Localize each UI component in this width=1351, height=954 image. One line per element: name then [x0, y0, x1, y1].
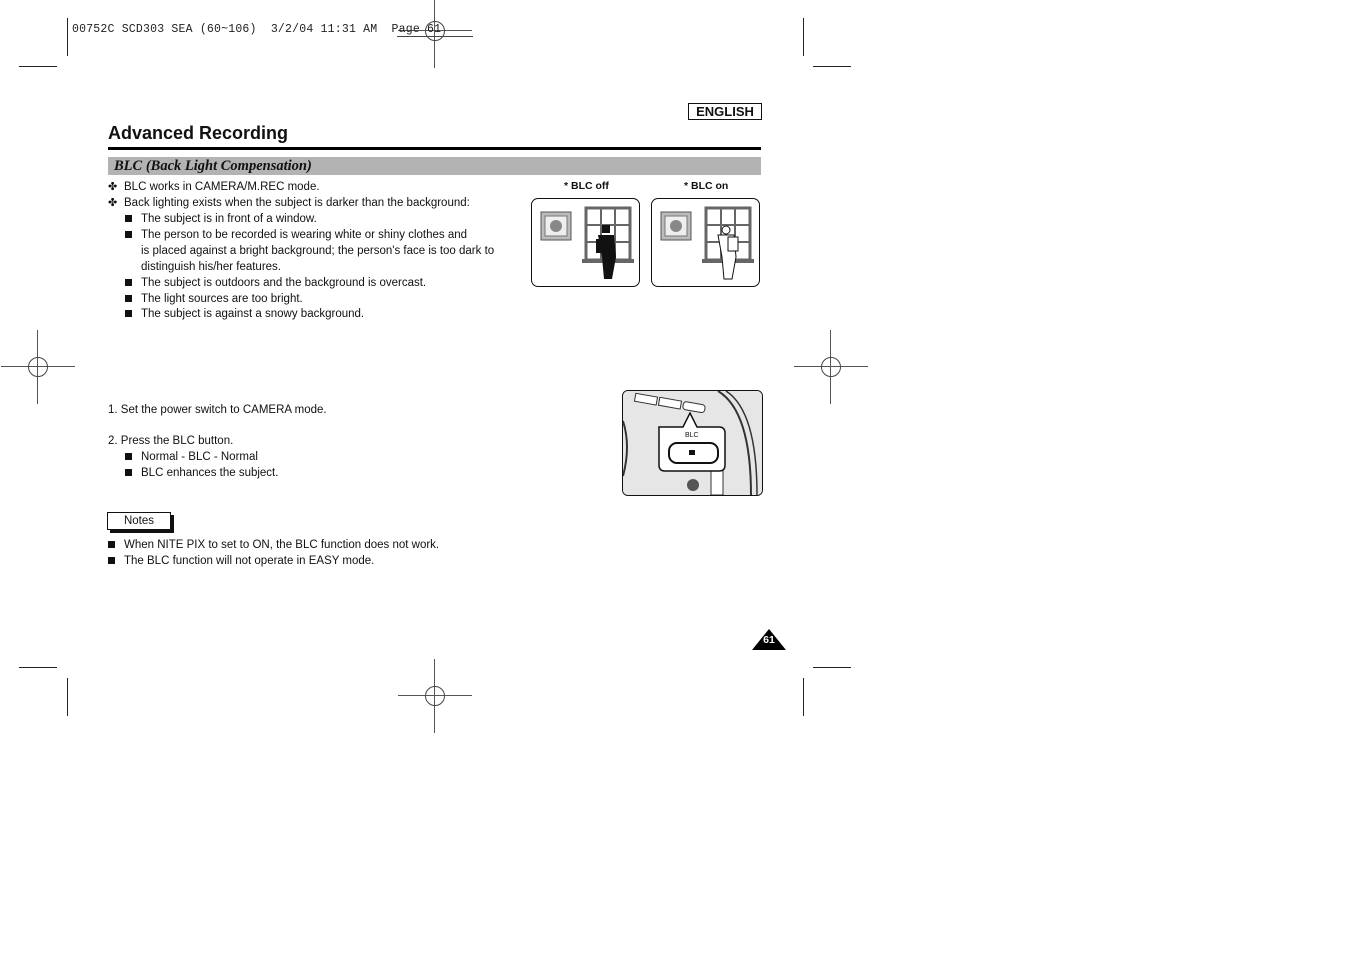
note-item: The BLC function will not operate in EAS… — [124, 555, 375, 567]
square-bullet-icon — [125, 215, 132, 222]
notes-label: Notes — [107, 512, 171, 530]
registration-mark — [1, 330, 75, 404]
square-bullet-icon — [125, 231, 132, 238]
backlit-room-image — [540, 206, 634, 279]
intro-point: Back lighting exists when the subject is… — [124, 197, 470, 209]
section-title: BLC (Back Light Compensation) — [114, 158, 312, 174]
sub-point: The subject is against a snowy backgroun… — [141, 308, 365, 320]
crop-mark — [803, 18, 804, 56]
crop-mark — [813, 667, 851, 668]
camera-blc-button-illustration: BLC — [622, 390, 763, 496]
sub-point: The light sources are too bright. — [141, 293, 303, 305]
sub-point-continued: is placed against a bright background; t… — [141, 245, 495, 257]
crop-mark — [19, 66, 57, 67]
cross-bullet-icon: ✤ — [108, 181, 118, 193]
page-number: 61 — [763, 634, 775, 646]
cross-bullet-icon: ✤ — [108, 197, 118, 209]
language-badge: ENGLISH — [688, 103, 762, 120]
camcorder-image — [623, 391, 762, 495]
square-bullet-icon — [108, 557, 115, 564]
crop-mark — [803, 678, 804, 716]
registration-mark — [794, 330, 868, 404]
square-bullet-icon — [108, 541, 115, 548]
square-bullet-icon — [125, 453, 132, 460]
sub-point: The subject is outdoors and the backgrou… — [141, 277, 427, 289]
slug-underline — [397, 36, 473, 37]
sub-point-continued: distinguish his/her features. — [141, 261, 281, 273]
blc-on-caption: * BLC on — [684, 180, 729, 192]
square-bullet-icon — [125, 310, 132, 317]
step-1: 1. Set the power switch to CAMERA mode. — [108, 404, 327, 416]
sub-point: The subject is in front of a window. — [141, 213, 317, 225]
blc-off-illustration — [531, 198, 640, 287]
blc-off-caption: * BLC off — [564, 180, 609, 192]
note-item: When NITE PIX to set to ON, the BLC func… — [124, 539, 440, 551]
square-bullet-icon — [125, 279, 132, 286]
step-2: 2. Press the BLC button. — [108, 435, 234, 447]
crop-mark — [67, 18, 68, 56]
intro-point: BLC works in CAMERA/M.REC mode. — [124, 181, 320, 193]
crop-mark — [19, 667, 57, 668]
sub-point: The person to be recorded is wearing whi… — [141, 229, 468, 241]
step-2-sub: Normal - BLC - Normal — [141, 451, 258, 463]
crop-mark — [813, 66, 851, 67]
square-bullet-icon — [125, 469, 132, 476]
print-slug: 00752C SCD303 SEA (60~106) 3/2/04 11:31 … — [72, 23, 442, 36]
section-header: BLC (Back Light Compensation) — [108, 157, 761, 175]
crop-mark — [67, 678, 68, 716]
square-bullet-icon — [125, 295, 132, 302]
blc-button-label: BLC — [685, 432, 699, 439]
page-title: Advanced Recording — [108, 123, 289, 143]
compensated-room-image — [660, 206, 754, 280]
blc-on-illustration — [651, 198, 760, 287]
step-2-sub: BLC enhances the subject. — [141, 467, 279, 479]
registration-mark — [398, 659, 472, 733]
title-rule — [108, 147, 761, 150]
